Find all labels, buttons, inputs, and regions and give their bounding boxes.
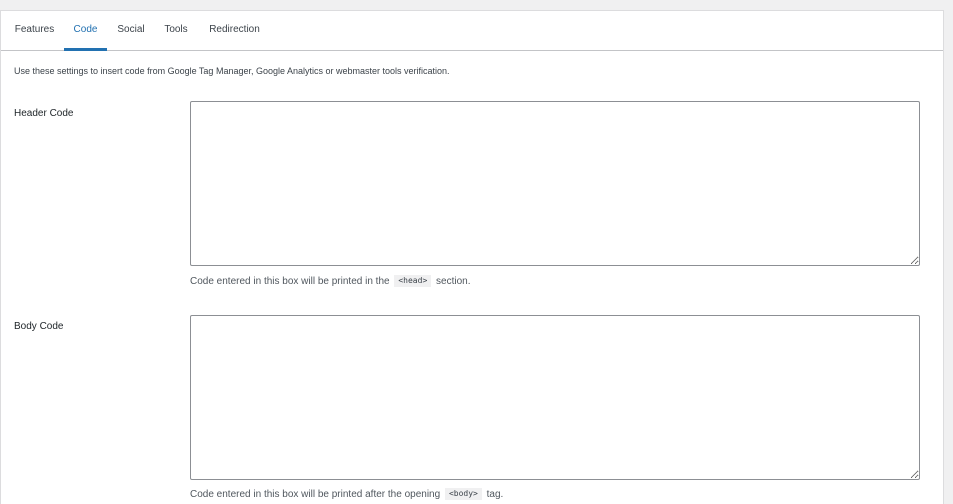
body-code-label: Body Code [14, 321, 64, 332]
head-tag-code: <head> [394, 275, 432, 287]
settings-tabs: Features Code Social Tools Redirection [1, 11, 943, 51]
body-code-description-after: tag. [486, 489, 504, 500]
tab-features[interactable]: Features [14, 11, 55, 50]
settings-panel: Features Code Social Tools Redirection U… [0, 10, 944, 504]
header-code-textarea[interactable] [190, 101, 920, 266]
header-code-description-before: Code entered in this box will be printed… [190, 276, 390, 287]
body-code-description-before: Code entered in this box will be printed… [190, 489, 441, 500]
intro-text: Use these settings to insert code from G… [14, 66, 450, 76]
tab-social[interactable]: Social [116, 11, 146, 50]
header-code-label: Header Code [14, 108, 74, 119]
body-code-description: Code entered in this box will be printed… [190, 488, 503, 500]
header-code-description-after: section. [436, 276, 471, 287]
body-tag-code: <body> [444, 488, 482, 500]
tab-tools[interactable]: Tools [163, 11, 189, 50]
body-code-textarea[interactable] [190, 315, 920, 480]
header-code-description: Code entered in this box will be printed… [190, 275, 471, 287]
tab-redirection[interactable]: Redirection [207, 11, 262, 50]
tab-code[interactable]: Code [64, 11, 107, 51]
